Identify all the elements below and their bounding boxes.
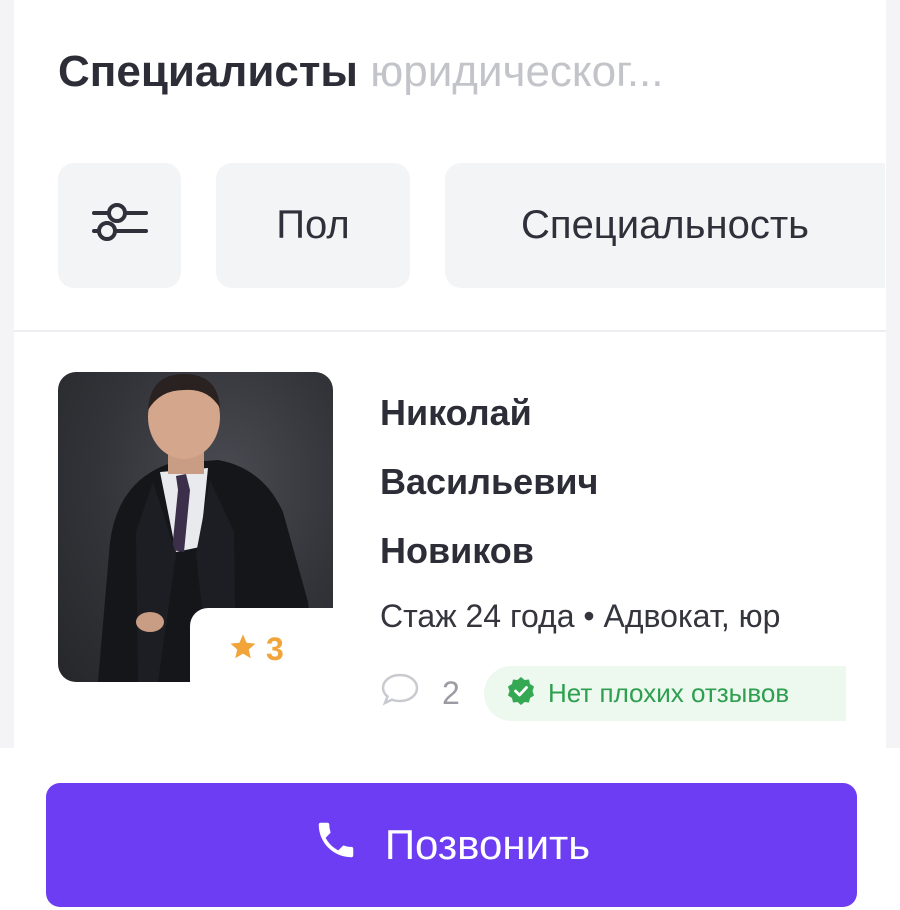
specialist-middle-name: Васильевич xyxy=(380,461,599,502)
specialist-name[interactable]: Николай Васильевич Новиков xyxy=(380,378,860,585)
gender-filter-label: Пол xyxy=(276,203,350,247)
page-title-main: Специалисты xyxy=(58,47,358,96)
verified-check-icon xyxy=(506,676,536,711)
phone-icon xyxy=(313,817,359,873)
no-bad-reviews-label: Нет плохих отзывов xyxy=(548,678,790,708)
reviews-count: 2 xyxy=(442,674,460,711)
call-button-label: Позвонить xyxy=(384,821,591,868)
comment-icon xyxy=(380,671,420,715)
page-title: Специалисты юридическог... xyxy=(58,42,858,102)
rating-value: 3 xyxy=(266,630,284,667)
specialist-last-name: Новиков xyxy=(380,530,534,571)
section-divider xyxy=(14,330,886,332)
text-fade xyxy=(790,592,846,640)
screen-frame-right xyxy=(886,0,900,748)
reviews-link[interactable]: 2 xyxy=(380,668,460,718)
star-icon xyxy=(228,632,258,667)
specialty-filter-button[interactable]: Специальность xyxy=(445,163,885,288)
rating-badge: 3 xyxy=(190,608,340,690)
gender-filter-button[interactable]: Пол xyxy=(216,163,410,288)
page-title-sub: юридическог... xyxy=(370,47,664,96)
call-button[interactable]: Позвонить xyxy=(46,783,857,907)
no-bad-reviews-badge: Нет плохих отзывов xyxy=(484,666,846,721)
specialty-filter-label: Специальность xyxy=(521,203,809,247)
filter-settings-button[interactable] xyxy=(58,163,181,288)
specialist-experience: Стаж 24 года • Адвокат, юр xyxy=(380,598,781,634)
screen-frame-left xyxy=(0,0,14,748)
sliders-icon xyxy=(90,199,150,253)
specialist-first-name: Николай xyxy=(380,392,532,433)
